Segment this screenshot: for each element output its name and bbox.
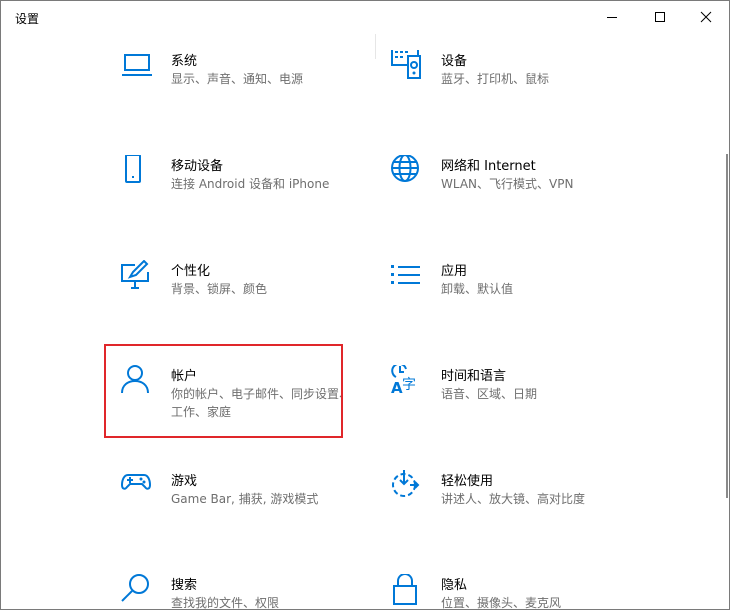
ease-of-access-icon [392, 470, 420, 497]
tile-title: 系统 [171, 54, 198, 69]
tile-subtitle: 卸载、默认值 [441, 282, 514, 296]
svg-text:字: 字 [402, 377, 416, 393]
close-icon [700, 11, 712, 23]
tile-subtitle: 蓝牙、打印机、鼠标 [441, 72, 550, 86]
scrollbar[interactable] [726, 154, 728, 498]
selection-highlight [104, 344, 343, 438]
apps-list-icon [391, 265, 420, 284]
tile-title: 移动设备 [171, 159, 224, 174]
divider [375, 34, 376, 59]
search-icon [121, 574, 149, 602]
tile-subtitle: 连接 Android 设备和 iPhone [171, 177, 330, 191]
phone-icon [125, 155, 141, 183]
keyboard-speaker-icon [391, 50, 421, 79]
tile-title: 搜索 [171, 578, 198, 593]
tile-subtitle: WLAN、飞行模式、VPN [441, 177, 574, 191]
tile-title: 设备 [441, 54, 468, 69]
minimize-icon [607, 17, 617, 18]
tile-subtitle: 位置、摄像头、麦克风 [441, 596, 562, 610]
tile-subtitle: 背景、锁屏、颜色 [171, 282, 268, 296]
tile-title: 游戏 [171, 474, 198, 489]
tile-subtitle: 语音、区域、日期 [441, 387, 538, 401]
tile-title: 轻松使用 [441, 474, 494, 489]
maximize-icon [655, 12, 665, 22]
close-button[interactable] [683, 1, 729, 33]
gamepad-icon [121, 474, 152, 490]
tile-title: 个性化 [171, 264, 211, 279]
tile-subtitle: 查找我的文件、权限 [171, 596, 280, 610]
tile-title: 隐私 [441, 578, 468, 593]
tile-title: 网络和 Internet [441, 159, 536, 174]
laptop-icon [122, 54, 152, 76]
settings-window: 设置 系统 显示、声音、通知、电源 设备 蓝牙、打印机、鼠标 移动设备 连接 A… [0, 0, 730, 610]
minimize-button[interactable] [589, 1, 635, 33]
tile-subtitle: 显示、声音、通知、电源 [171, 72, 304, 86]
lock-icon [393, 574, 417, 605]
tile-subtitle: 讲述人、放大镜、高对比度 [441, 492, 586, 506]
window-title: 设置 [15, 12, 40, 26]
time-language-icon: A字 [391, 365, 416, 397]
maximize-button[interactable] [637, 1, 683, 33]
paint-monitor-icon [121, 260, 149, 289]
tile-title: 时间和语言 [441, 369, 507, 384]
globe-icon [391, 155, 419, 182]
tile-subtitle: Game Bar, 捕获, 游戏模式 [171, 492, 319, 506]
tile-title: 应用 [441, 264, 468, 279]
